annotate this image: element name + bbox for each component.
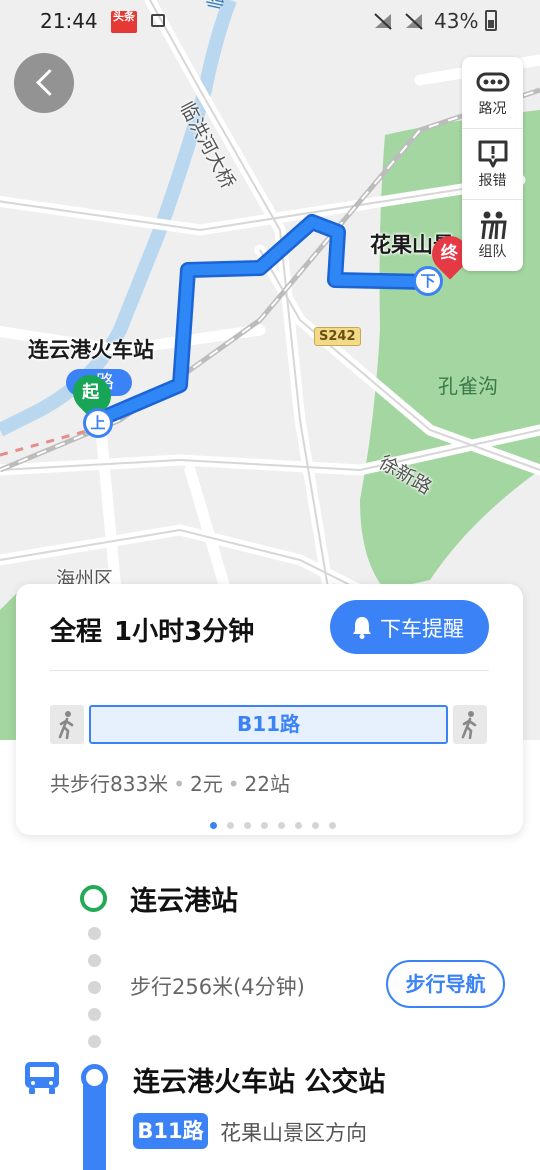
- bell-icon: [353, 617, 371, 639]
- report-error-button[interactable]: 报错: [462, 128, 523, 198]
- alight-stop-marker[interactable]: 下: [413, 266, 443, 296]
- route-summary-card[interactable]: 全程 1小时3分钟 下车提醒 B11路 共步行833米 • 2元 • 22站: [16, 584, 523, 835]
- walk-path-dot: [88, 927, 101, 940]
- divider: [50, 670, 489, 671]
- page-dot[interactable]: [329, 822, 336, 829]
- page-indicator[interactable]: [210, 814, 346, 829]
- walk-path-dot: [88, 981, 101, 994]
- walk-instruction: 步行256米(4分钟): [130, 975, 305, 999]
- report-error-icon: [478, 140, 508, 168]
- walk-navigation-button[interactable]: 步行导航: [386, 960, 505, 1008]
- status-bar: 21:44 头条 43%: [0, 0, 540, 42]
- team-icon: [481, 211, 507, 240]
- walk-segment-start: [50, 705, 84, 744]
- page-dot[interactable]: [278, 822, 285, 829]
- walk-path-dot: [88, 1008, 101, 1021]
- start-node: [80, 885, 107, 912]
- tool-label: 路况: [478, 101, 507, 117]
- no-sim-icon: [405, 13, 423, 30]
- highway-shield: S242: [314, 327, 361, 346]
- alight-alert-button[interactable]: 下车提醒: [330, 600, 489, 654]
- battery-percent: 43%: [434, 9, 479, 33]
- tool-label: 组队: [478, 244, 507, 260]
- next-row-partial: ▂▂▂▂▂▂▂▂▂▂▂▂▂▂: [133, 1160, 348, 1170]
- start-station-label: 连云港火车站: [28, 338, 154, 362]
- peacock-label: 孔雀沟: [438, 374, 498, 398]
- trip-meta: 共步行833米 • 2元 • 22站: [50, 772, 290, 796]
- bus-stop-node: [81, 1064, 108, 1091]
- traffic-icon: [476, 72, 510, 92]
- traffic-button[interactable]: 路况: [462, 57, 523, 127]
- fare: 2元: [189, 772, 223, 796]
- page-dot[interactable]: [295, 822, 302, 829]
- back-button[interactable]: [14, 53, 74, 113]
- clock: 21:44: [40, 9, 98, 33]
- walk-segment-end: [453, 705, 487, 744]
- trip-duration: 全程 1小时3分钟: [50, 617, 255, 647]
- alert-button-label: 下车提醒: [380, 617, 464, 641]
- bus-icon: [25, 1062, 59, 1094]
- route-tag[interactable]: B11路: [133, 1113, 208, 1149]
- walk-distance: 共步行833米: [50, 772, 169, 796]
- page-dot[interactable]: [312, 822, 319, 829]
- page-dot[interactable]: [210, 822, 217, 829]
- lock-icon: [151, 14, 165, 27]
- bus-segment: B11路: [89, 705, 448, 744]
- route-direction: 花果山景区方向: [220, 1121, 367, 1145]
- page-dot[interactable]: [227, 822, 234, 829]
- stop-count: 22站: [244, 772, 290, 796]
- battery-icon: [485, 10, 497, 31]
- walk-path-dot: [88, 1035, 101, 1048]
- walk-path-dot: [88, 954, 101, 967]
- tool-label: 报错: [478, 173, 507, 189]
- app-badge-icon: 头条: [111, 11, 137, 33]
- walking-icon: [461, 711, 477, 739]
- walking-icon: [58, 711, 74, 739]
- start-stop-name: 连云港站: [130, 886, 238, 917]
- bus-stop-name[interactable]: 连云港火车站 公交站: [133, 1060, 385, 1099]
- page-dot[interactable]: [261, 822, 268, 829]
- map-tools: 路况 报错 组队: [462, 57, 523, 271]
- team-button[interactable]: 组队: [462, 199, 523, 269]
- no-sim-icon: [374, 13, 392, 30]
- page-dot[interactable]: [244, 822, 251, 829]
- board-stop-marker[interactable]: 上: [83, 408, 113, 438]
